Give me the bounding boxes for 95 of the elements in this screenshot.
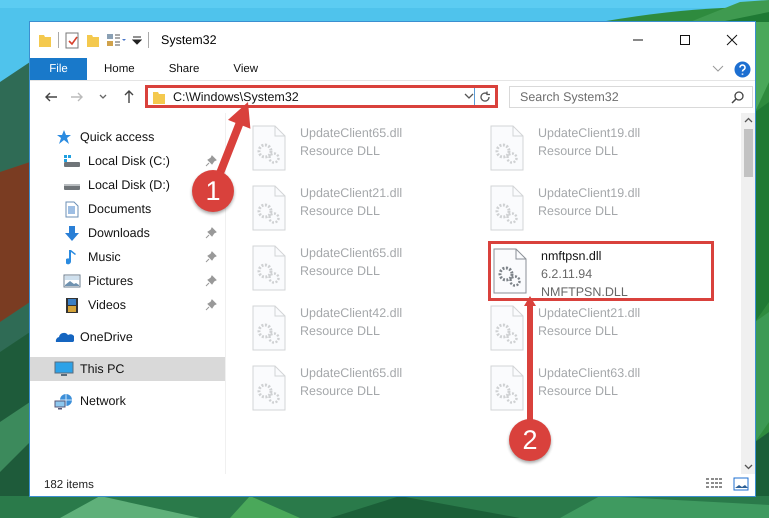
help-icon xyxy=(734,60,751,78)
nav-label: Videos xyxy=(88,298,126,312)
nav-item[interactable]: Quick access xyxy=(30,125,225,149)
nav-label: Pictures xyxy=(88,274,134,288)
download-icon xyxy=(64,224,80,242)
file-menu-button[interactable]: File xyxy=(30,58,87,80)
computer-icon xyxy=(54,361,74,377)
network-icon xyxy=(54,392,74,410)
nav-label: Local Disk (C:) xyxy=(88,154,170,168)
view-options-icon xyxy=(106,33,126,47)
dll-file-icon xyxy=(252,245,286,291)
file-detail: Resource DLL xyxy=(300,383,381,400)
nav-label: Music xyxy=(88,250,121,264)
expand-ribbon-icon xyxy=(712,65,724,73)
nav-item[interactable]: Documents xyxy=(30,197,156,221)
file-item[interactable]: nmftpsn.dll 6.2.11.94 NMFTPSN.DLL xyxy=(488,241,714,301)
dll-file-icon xyxy=(252,305,286,351)
close-icon xyxy=(726,34,738,46)
nav-label: Quick access xyxy=(80,130,154,144)
large-icons-view-icon xyxy=(733,476,749,490)
forward-arrow-icon xyxy=(70,90,84,104)
folder-icon xyxy=(38,32,52,48)
customize-toolbar-icon xyxy=(132,35,142,45)
scrollbar-thumb[interactable] xyxy=(744,129,752,177)
nav-label: OneDrive xyxy=(80,330,133,344)
ribbon-tab[interactable]: Home xyxy=(87,58,152,80)
dll-file-icon xyxy=(490,185,524,231)
file-detail: Resource DLL xyxy=(538,383,619,400)
ribbon-tab[interactable]: Share xyxy=(152,58,216,80)
properties-icon xyxy=(65,32,80,48)
chevron-down-icon xyxy=(464,93,474,100)
file-detail: 6.2.11.94 xyxy=(541,266,594,283)
dll-file-icon xyxy=(252,125,286,171)
chevron-down-icon xyxy=(99,94,107,100)
maximize-icon xyxy=(678,34,690,46)
file-name: UpdateClient63.dll xyxy=(538,365,640,382)
file-name: UpdateClient65.dll xyxy=(300,245,402,262)
dll-file-icon xyxy=(490,365,524,411)
nav-label: Downloads xyxy=(88,226,150,240)
file-detail: Resource DLL xyxy=(300,203,381,220)
drive-icon xyxy=(63,154,81,168)
music-note-icon xyxy=(66,248,78,266)
file-name: UpdateClient19.dll xyxy=(538,185,640,202)
window-title: System32 xyxy=(161,33,217,47)
file-name: UpdateClient21.dll xyxy=(538,305,640,322)
nav-item[interactable]: Pictures xyxy=(30,269,138,293)
scrollbar[interactable] xyxy=(741,113,755,474)
cloud-icon xyxy=(54,331,74,343)
refresh-icon xyxy=(479,90,491,102)
nav-item[interactable]: Music xyxy=(30,245,125,269)
file-name: UpdateClient19.dll xyxy=(538,125,640,142)
nav-item[interactable]: Downloads xyxy=(30,221,154,245)
file-detail: Resource DLL xyxy=(538,203,619,220)
nav-label: This PC xyxy=(80,362,124,376)
file-detail: Resource DLL xyxy=(538,143,619,160)
dll-file-icon xyxy=(490,305,524,351)
item-count: 182 items xyxy=(44,479,94,491)
file-name: UpdateClient65.dll xyxy=(300,365,402,382)
dll-file-icon xyxy=(490,125,524,171)
dll-file-icon xyxy=(252,365,286,411)
new-folder-icon xyxy=(86,32,100,48)
film-icon xyxy=(65,296,79,314)
nav-item[interactable]: Local Disk (C:) xyxy=(30,149,174,173)
dll-file-icon xyxy=(252,185,286,231)
nav-item[interactable]: Network xyxy=(30,389,225,413)
scroll-down-icon xyxy=(744,464,752,470)
up-arrow-icon xyxy=(122,89,136,104)
search-icon xyxy=(731,90,744,104)
file-name: UpdateClient65.dll xyxy=(300,125,402,142)
document-icon xyxy=(65,200,79,218)
address-field[interactable]: C:\Windows\System32 xyxy=(148,88,474,105)
file-name: UpdateClient42.dll xyxy=(300,305,402,322)
file-detail: Resource DLL xyxy=(300,263,381,280)
nav-item[interactable]: Videos xyxy=(30,293,130,317)
details-view-icon xyxy=(705,476,723,490)
nav-label: Network xyxy=(80,394,126,408)
nav-label: Documents xyxy=(88,202,152,216)
large-icons-view-button[interactable] xyxy=(733,476,749,494)
star-icon xyxy=(56,129,72,145)
dll-file-icon xyxy=(493,248,527,294)
picture-icon xyxy=(63,274,81,288)
file-detail: Resource DLL xyxy=(300,323,381,340)
ribbon-tab[interactable]: View xyxy=(216,58,276,80)
file-name: nmftpsn.dll xyxy=(541,248,602,265)
scroll-up-icon xyxy=(744,117,752,123)
nav-item[interactable]: OneDrive xyxy=(30,325,225,349)
file-detail: Resource DLL xyxy=(538,323,619,340)
file-detail: NMFTPSN.DLL xyxy=(541,284,628,301)
file-detail: Resource DLL xyxy=(300,143,381,160)
file-name: UpdateClient21.dll xyxy=(300,185,402,202)
nav-item[interactable]: This PC xyxy=(30,357,225,381)
back-arrow-icon xyxy=(44,90,58,104)
nav-item[interactable]: Local Disk (D:) xyxy=(30,173,174,197)
search-field[interactable]: Search System32 xyxy=(509,86,753,108)
nav-label: Local Disk (D:) xyxy=(88,178,170,192)
